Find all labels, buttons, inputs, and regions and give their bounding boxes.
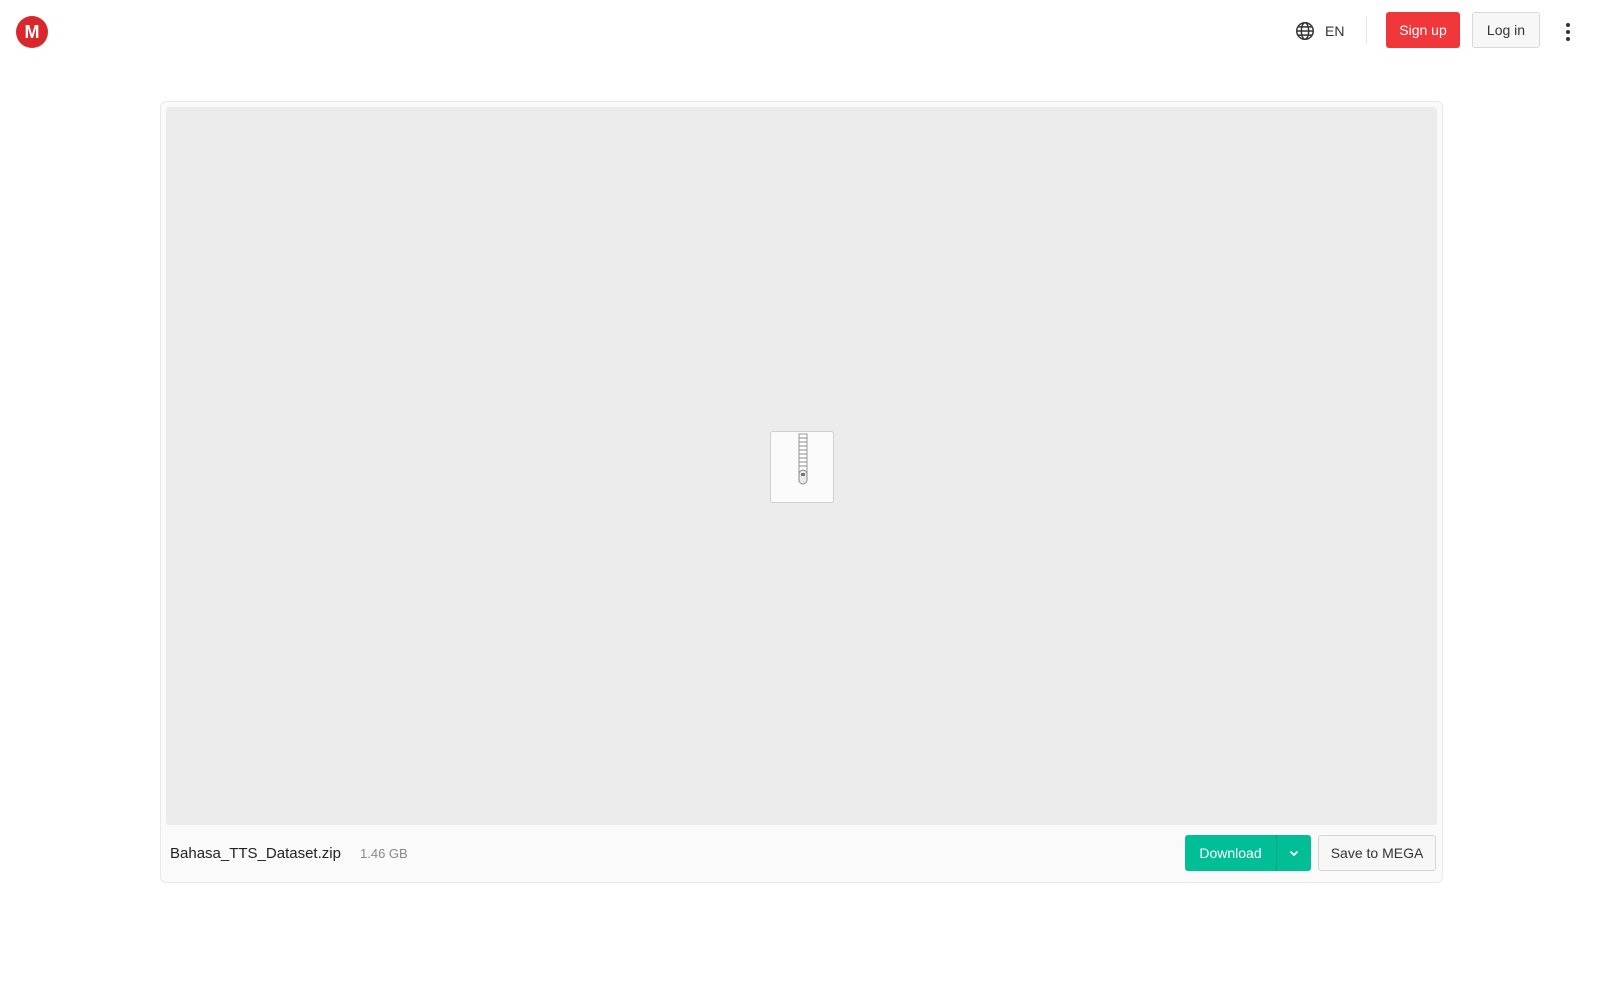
mega-logo[interactable]: M bbox=[16, 16, 48, 48]
download-button-label[interactable]: Download bbox=[1185, 835, 1276, 871]
chevron-down-icon bbox=[1289, 850, 1299, 857]
language-selector[interactable]: EN bbox=[1294, 20, 1344, 42]
login-button[interactable]: Log in bbox=[1472, 12, 1540, 48]
signup-button[interactable]: Sign up bbox=[1386, 12, 1460, 48]
header-divider bbox=[1366, 16, 1367, 44]
file-size: 1.46 GB bbox=[360, 846, 408, 861]
language-code: EN bbox=[1325, 23, 1345, 39]
kebab-menu-icon[interactable] bbox=[1560, 20, 1576, 44]
file-card: Bahasa_TTS_Dataset.zip 1.46 GB Download … bbox=[160, 101, 1443, 883]
download-button[interactable]: Download bbox=[1185, 835, 1311, 871]
file-name: Bahasa_TTS_Dataset.zip bbox=[170, 845, 341, 862]
download-options-toggle[interactable] bbox=[1277, 835, 1311, 871]
file-preview-area bbox=[166, 107, 1437, 825]
globe-icon bbox=[1296, 22, 1314, 40]
zip-archive-icon bbox=[770, 431, 834, 503]
kebab-dot bbox=[1566, 30, 1570, 34]
kebab-dot bbox=[1566, 23, 1570, 27]
kebab-dot bbox=[1566, 37, 1570, 41]
save-to-mega-button[interactable]: Save to MEGA bbox=[1318, 835, 1436, 871]
logo-letter: M bbox=[24, 22, 40, 42]
file-info-bar: Bahasa_TTS_Dataset.zip 1.46 GB Download … bbox=[161, 825, 1442, 882]
